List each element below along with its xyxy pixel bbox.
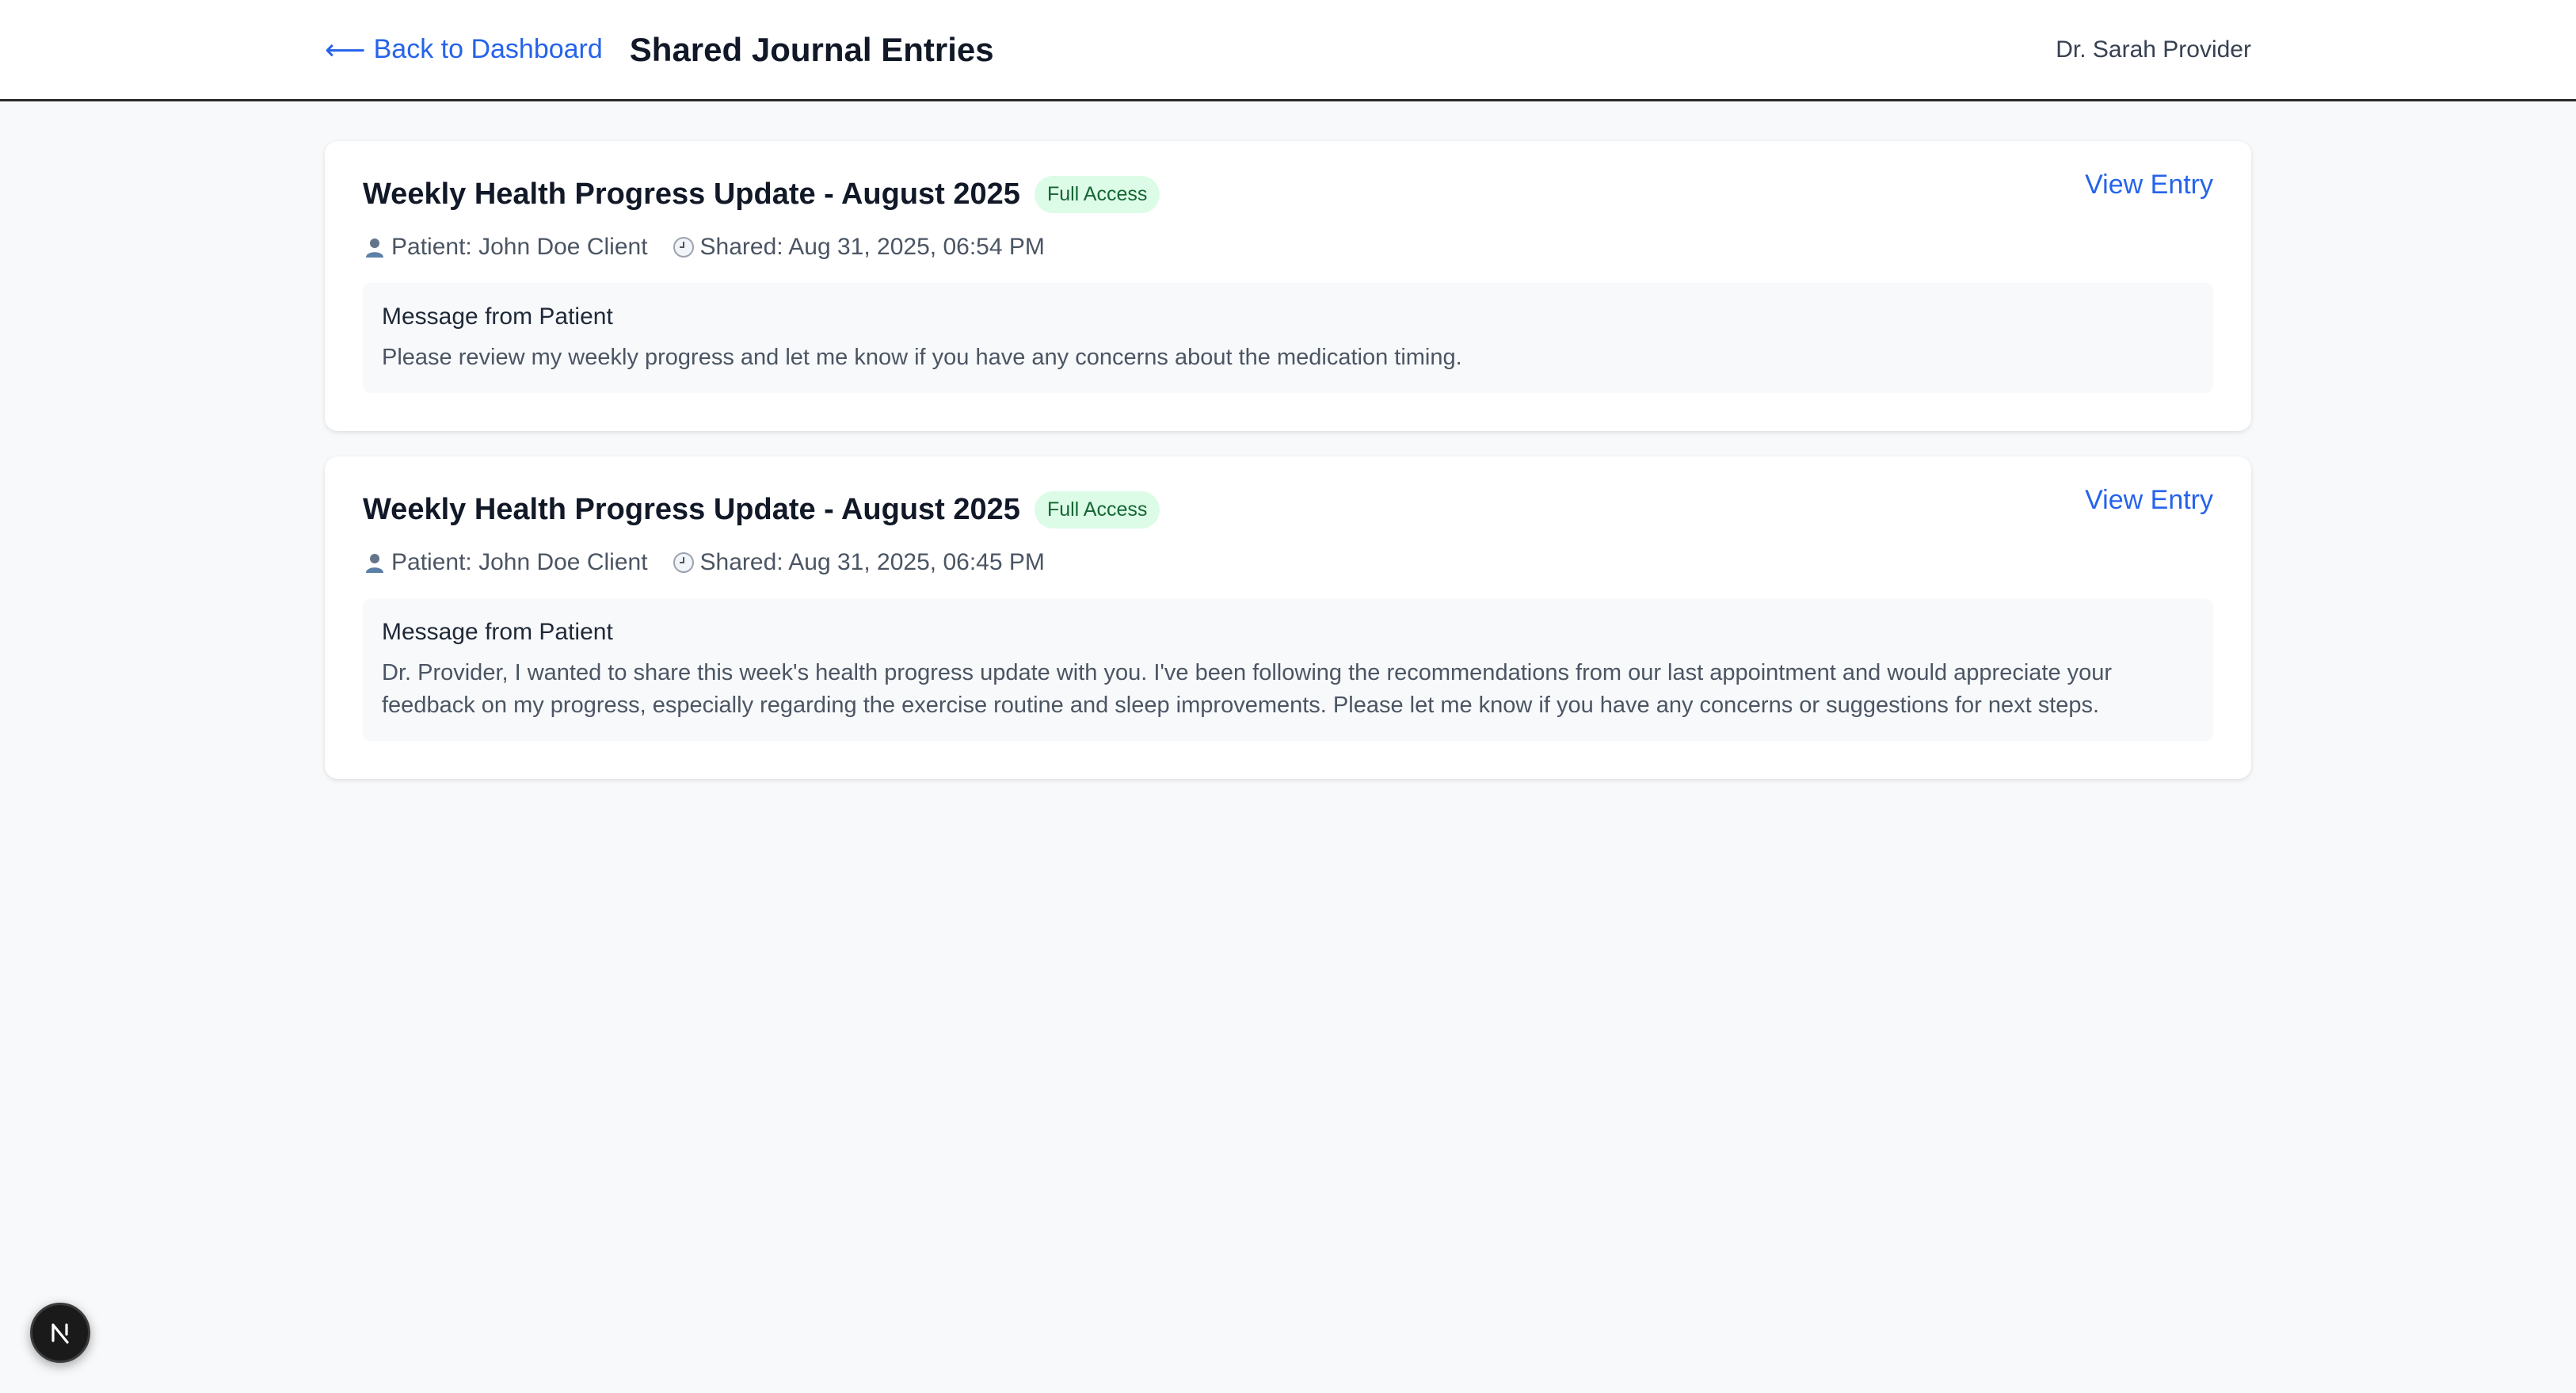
message-label: Message from Patient <box>382 303 613 330</box>
patient-name: Patient: John Doe Client <box>391 234 648 260</box>
patient-message-box: Message from Patient Please review my we… <box>363 283 2213 393</box>
patient-info: Patient: John Doe Client <box>363 234 648 261</box>
page-title: Shared Journal Entries <box>629 30 994 68</box>
person-icon <box>366 239 383 258</box>
shared-date: Shared: Aug 31, 2025, 06:45 PM <box>699 549 1045 575</box>
view-entry-button[interactable]: View Entry <box>2085 485 2213 516</box>
journal-entry-card: Weekly Health Progress Update - August 2… <box>325 456 2251 779</box>
back-arrow-icon: ⟵ <box>325 32 366 66</box>
entry-meta: Patient: John Doe Client Shared: Aug 31,… <box>363 549 2213 576</box>
clock-icon <box>673 237 694 258</box>
entry-title: Weekly Health Progress Update - August 2… <box>363 177 1020 211</box>
entry-meta: Patient: John Doe Client Shared: Aug 31,… <box>363 234 2213 261</box>
top-bar-inner: ⟵ Back to Dashboard Shared Journal Entri… <box>325 0 2251 99</box>
message-text: Dr. Provider, I wanted to share this wee… <box>382 660 2113 718</box>
patient-name: Patient: John Doe Client <box>391 549 648 575</box>
entry-header: Weekly Health Progress Update - August 2… <box>363 170 2213 213</box>
patient-info: Patient: John Doe Client <box>363 549 648 576</box>
entries-list: Weekly Health Progress Update - August 2… <box>325 141 2251 804</box>
view-entry-button[interactable]: View Entry <box>2085 170 2213 200</box>
nextjs-logo-icon <box>51 1323 69 1344</box>
entry-title: Weekly Health Progress Update - August 2… <box>363 493 1020 526</box>
journal-entry-card: Weekly Health Progress Update - August 2… <box>325 141 2251 431</box>
message-text: Please review my weekly progress and let… <box>382 345 1462 370</box>
back-link-label: Back to Dashboard <box>373 34 603 64</box>
entry-header: Weekly Health Progress Update - August 2… <box>363 485 2213 529</box>
shared-info: Shared: Aug 31, 2025, 06:54 PM <box>672 234 1045 261</box>
access-badge: Full Access <box>1034 176 1160 213</box>
top-bar: ⟵ Back to Dashboard Shared Journal Entri… <box>0 0 2576 101</box>
access-badge: Full Access <box>1034 491 1160 529</box>
person-icon <box>366 554 383 573</box>
shared-date: Shared: Aug 31, 2025, 06:54 PM <box>699 234 1045 260</box>
message-label: Message from Patient <box>382 619 613 645</box>
patient-message-box: Message from Patient Dr. Provider, I wan… <box>363 598 2213 741</box>
shared-info: Shared: Aug 31, 2025, 06:45 PM <box>672 549 1045 576</box>
clock-icon <box>673 552 694 573</box>
user-name: Dr. Sarah Provider <box>2056 36 2251 63</box>
nextjs-dev-tools-button[interactable] <box>30 1303 90 1363</box>
back-to-dashboard-link[interactable]: ⟵ Back to Dashboard <box>325 33 603 67</box>
